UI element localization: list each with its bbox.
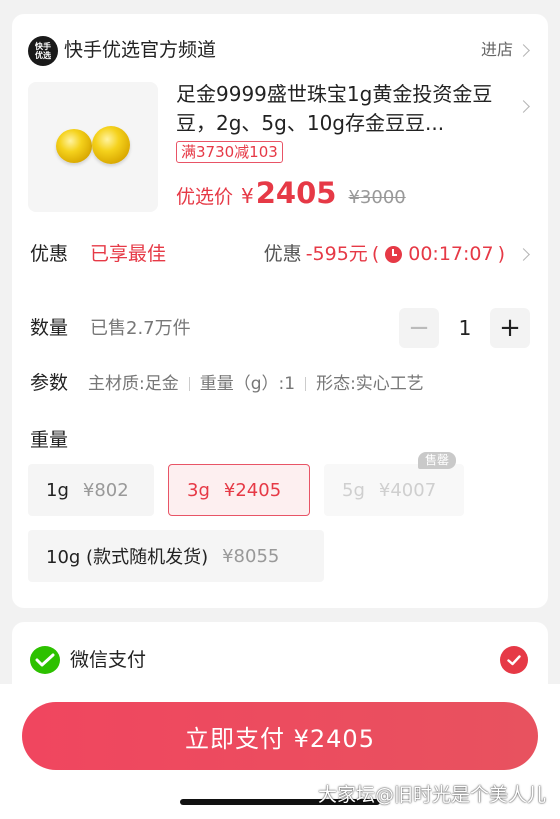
discount-best-status: 已享最佳 — [90, 243, 167, 265]
product-image[interactable] — [28, 82, 158, 212]
store-logo[interactable]: 快手优选 — [28, 36, 58, 66]
price-currency: ¥ — [241, 184, 254, 208]
quantity-increase-button[interactable]: + — [490, 308, 530, 348]
payment-method-label: 微信支付 — [70, 649, 147, 671]
discount-label: 优惠 — [30, 243, 69, 265]
gold-bean-image — [56, 129, 92, 163]
option-price: ¥4007 — [378, 479, 437, 501]
weight-option-1g[interactable]: 1g ¥802 — [28, 464, 154, 516]
weight-option-10g[interactable]: 10g (款式随机发货) ¥8055 — [28, 530, 324, 582]
watermark: 大家坛@旧时光是个美人儿 — [317, 784, 546, 806]
discount-detail[interactable]: 优惠 -595元(00:17:07) — [263, 240, 530, 268]
store-name[interactable]: 快手优选官方频道 — [64, 36, 216, 64]
promo-tag: 满3730减103 — [176, 141, 283, 163]
soldout-badge: 售罄 — [418, 452, 457, 469]
product-title[interactable]: 足金9999盛世珠宝1g黄金投资金豆豆，2g、5g、10g存金豆豆... — [176, 80, 506, 138]
price-row: 优选价 ¥ 2405 ¥3000 — [176, 176, 406, 210]
quantity-decrease-button[interactable]: − — [399, 308, 439, 348]
option-name: 3g — [187, 479, 210, 501]
params-label: 参数 — [30, 372, 69, 394]
param-weight: 重量（g）:1 — [199, 374, 296, 394]
check-glyph — [507, 654, 521, 665]
paren-open: ( — [371, 243, 380, 265]
selected-check-icon[interactable] — [500, 646, 528, 674]
wechat-pay-icon — [30, 646, 60, 674]
countdown-timer: 00:17:07 — [408, 243, 494, 265]
weight-option-5g[interactable]: 5g ¥4007 — [324, 464, 464, 516]
param-material: 主材质:足金 — [88, 374, 179, 394]
enter-store-label: 进店 — [480, 40, 513, 59]
pay-now-button[interactable]: 立即支付 ¥2405 — [22, 702, 538, 770]
option-price: ¥8055 — [222, 545, 280, 567]
chevron-right-icon[interactable] — [517, 100, 530, 113]
gold-bean-image — [92, 126, 130, 164]
discount-prefix: 优惠 — [263, 243, 302, 265]
param-form: 形态:实心工艺 — [316, 374, 424, 394]
alarm-clock-icon — [385, 245, 403, 263]
option-price: ¥802 — [82, 479, 129, 501]
option-price: ¥2405 — [223, 479, 282, 501]
quantity-label: 数量 — [30, 317, 69, 339]
option-name: 5g — [342, 479, 365, 501]
price-label: 优选价 — [176, 186, 234, 208]
product-card: 快手优选 快手优选官方频道 进店 足金9999盛世珠宝1g黄金投资金豆豆，2g、… — [12, 14, 548, 608]
price-value: 2405 — [255, 176, 337, 210]
sold-count: 已售2.7万件 — [90, 318, 191, 339]
params-list[interactable]: 主材质:足金 重量（g）:1 形态:实心工艺 — [88, 370, 424, 398]
paren-close: ) — [497, 243, 505, 265]
option-name: 10g (款式随机发货) — [46, 547, 209, 568]
param-divider — [188, 377, 190, 391]
option-name: 1g — [46, 479, 69, 501]
enter-store-link[interactable]: 进店 — [480, 38, 530, 62]
chevron-right-icon — [517, 247, 530, 261]
weight-label: 重量 — [30, 429, 69, 451]
original-price: ¥3000 — [348, 187, 406, 208]
store-logo-text: 快手优选 — [35, 42, 51, 60]
quantity-value[interactable]: 1 — [452, 314, 478, 342]
chevron-right-icon — [517, 43, 530, 57]
wechat-pay-glyph — [35, 653, 55, 667]
weight-option-3g[interactable]: 3g ¥2405 — [168, 464, 310, 516]
param-divider — [305, 377, 307, 391]
discount-amount: -595元 — [305, 243, 368, 265]
